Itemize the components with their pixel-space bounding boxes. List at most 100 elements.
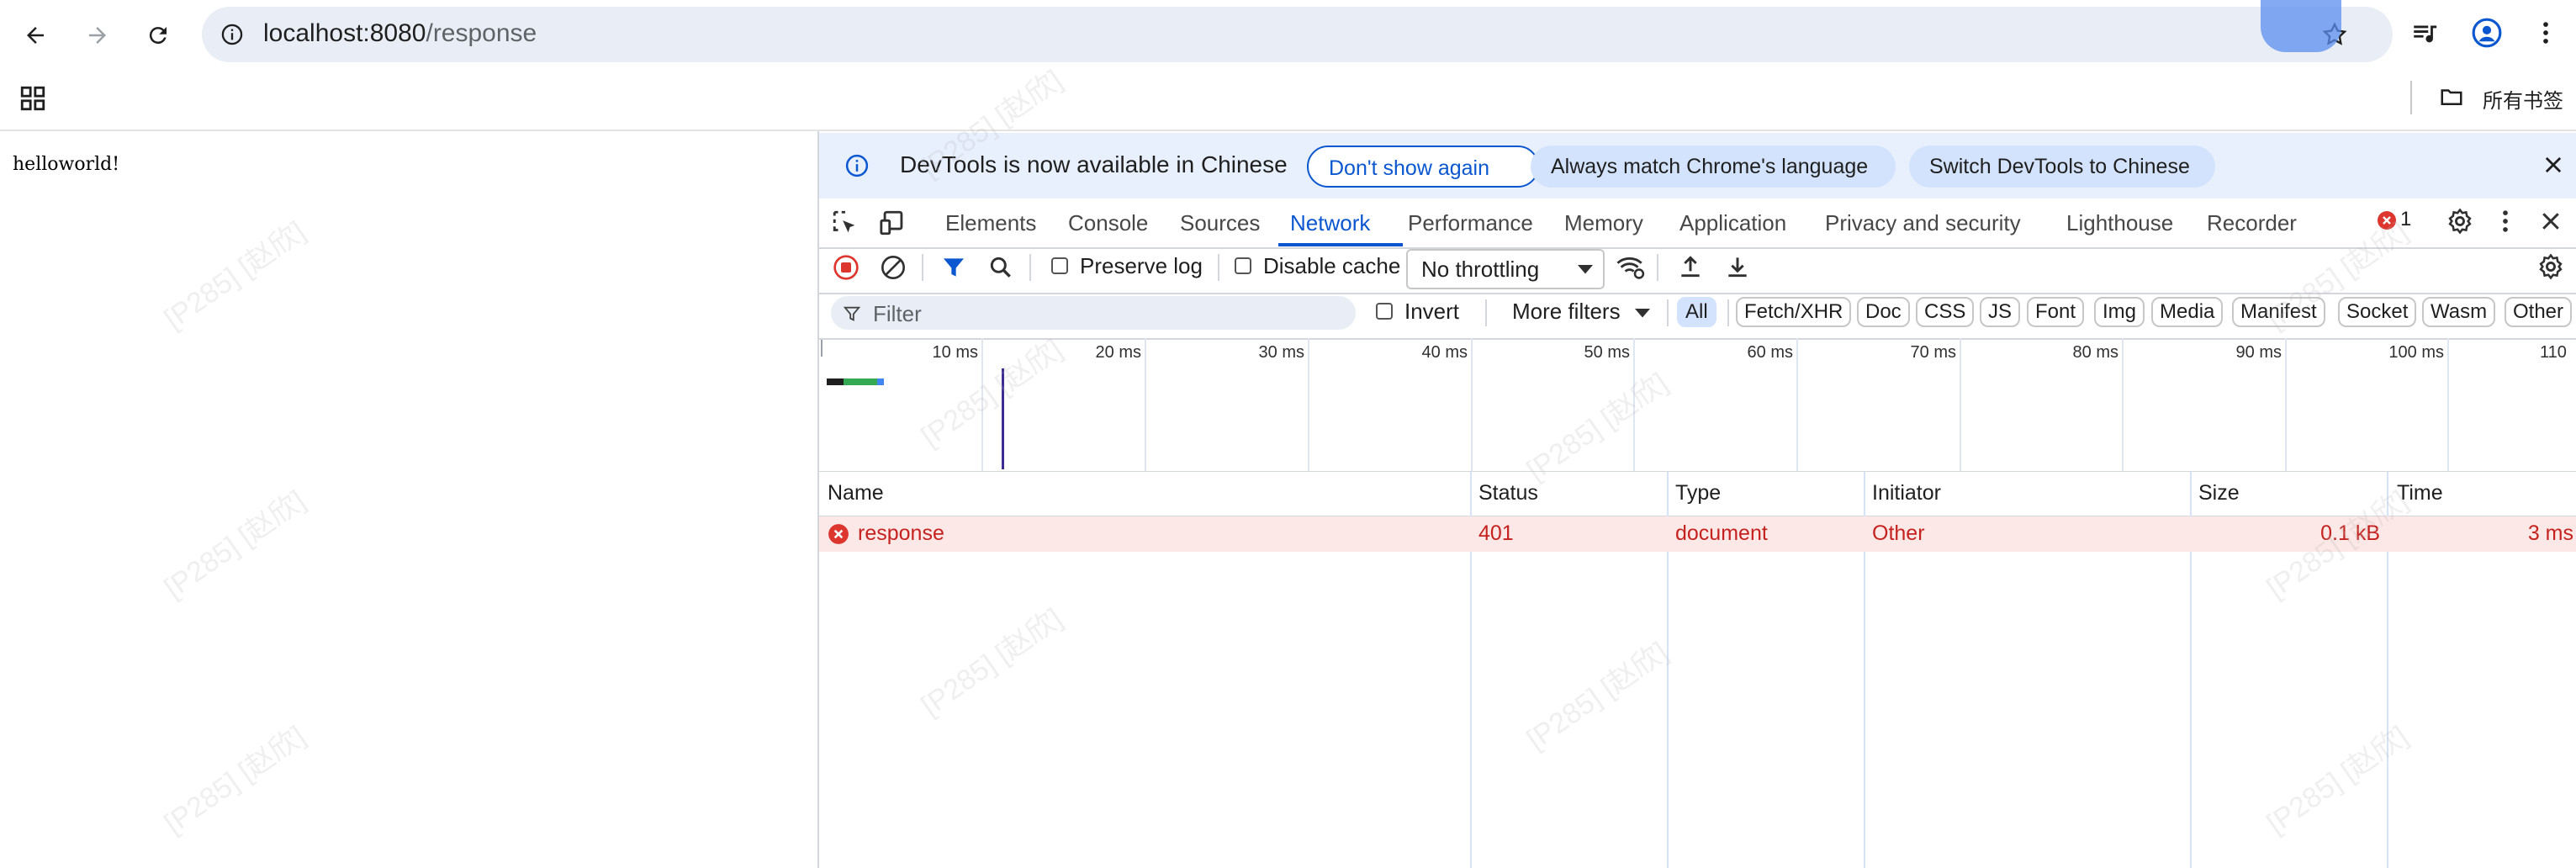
preserve-log-checkbox[interactable] xyxy=(1051,257,1068,274)
error-icon[interactable] xyxy=(2377,210,2397,230)
reload-button[interactable] xyxy=(138,15,178,56)
request-size: 0.1 kB xyxy=(2320,521,2380,545)
filter-type-css[interactable]: CSS xyxy=(1916,297,1975,327)
timeline-gridline xyxy=(2285,338,2287,471)
request-type: document xyxy=(1675,521,1768,545)
filter-type-media[interactable]: Media xyxy=(2151,297,2224,327)
info-icon xyxy=(845,154,869,177)
column-header-type[interactable]: Type xyxy=(1675,481,1721,505)
column-header-name[interactable]: Name xyxy=(828,481,884,505)
filter-type-all[interactable]: All xyxy=(1677,297,1716,327)
filter-type-js[interactable]: JS xyxy=(1980,297,2021,327)
more-filters-button[interactable]: More filters xyxy=(1512,299,1621,325)
tab-application[interactable]: Application xyxy=(1679,210,1786,236)
filter-type-manifest[interactable]: Manifest xyxy=(2232,297,2325,327)
device-toolbar-icon[interactable] xyxy=(878,209,908,237)
forward-arrow-icon xyxy=(89,27,106,44)
always-match-language-button[interactable]: Always match Chrome's language xyxy=(1531,146,1896,188)
tab-console[interactable]: Console xyxy=(1068,210,1148,236)
tab-elements[interactable]: Elements xyxy=(945,210,1036,236)
filter-funnel-icon[interactable] xyxy=(940,254,967,281)
url-text[interactable]: localhost:8080/response xyxy=(263,17,537,50)
request-status: 401 xyxy=(1478,521,1514,545)
request-error-icon xyxy=(828,524,849,544)
close-icon[interactable] xyxy=(2542,153,2565,177)
filter-placeholder: Filter xyxy=(873,301,922,326)
filter-type-fetch-xhr[interactable]: Fetch/XHR xyxy=(1736,297,1852,327)
filter-funnel-icon xyxy=(843,306,861,321)
filter-type-doc[interactable]: Doc xyxy=(1857,297,1910,327)
timeline-tick-label: 90 ms xyxy=(2235,343,2282,362)
tab-recorder[interactable]: Recorder xyxy=(2207,210,2297,236)
filter-type-wasm[interactable]: Wasm xyxy=(2422,297,2496,327)
disable-cache-label[interactable]: Disable cache xyxy=(1263,253,1400,279)
media-controls-icon[interactable] xyxy=(2410,19,2439,47)
tab-memory[interactable]: Memory xyxy=(1564,210,1643,236)
toolbar-divider xyxy=(1727,299,1729,326)
column-header-time[interactable]: Time xyxy=(2397,481,2443,505)
filter-type-img[interactable]: Img xyxy=(2094,297,2145,327)
settings-gear-icon[interactable] xyxy=(2446,207,2474,236)
network-conditions-icon[interactable] xyxy=(1615,252,1647,281)
toolbar-divider xyxy=(1657,254,1658,281)
clear-icon[interactable] xyxy=(880,254,907,281)
tab-network[interactable]: Network xyxy=(1290,210,1370,236)
error-count[interactable]: 1 xyxy=(2400,208,2411,231)
folder-icon xyxy=(2441,89,2462,105)
profile-icon[interactable] xyxy=(2471,17,2503,49)
chevron-down-icon xyxy=(1578,265,1593,274)
column-header-initiator[interactable]: Initiator xyxy=(1872,481,1941,505)
invert-checkbox[interactable] xyxy=(1376,303,1393,320)
page-viewport xyxy=(0,131,817,868)
switch-to-chinese-button[interactable]: Switch DevTools to Chinese xyxy=(1909,146,2215,188)
inspect-element-icon[interactable] xyxy=(831,209,860,237)
timeline-gridline xyxy=(981,338,983,471)
filter-type-font[interactable]: Font xyxy=(2027,297,2085,327)
devtools-menu-icon[interactable] xyxy=(2491,207,2520,236)
stop-recording-icon[interactable] xyxy=(833,254,860,281)
timeline-gridline xyxy=(1796,338,1798,471)
back-arrow-icon xyxy=(27,27,44,44)
timeline-start-marker xyxy=(821,340,823,357)
export-har-icon[interactable] xyxy=(1724,252,1751,281)
filter-type-other[interactable]: Other xyxy=(2505,297,2573,327)
tab-performance[interactable]: Performance xyxy=(1408,210,1533,236)
timeline-tick-label: 100 ms xyxy=(2388,343,2444,362)
timeline-tick-label: 70 ms xyxy=(1910,343,1956,362)
extension-badge-icon[interactable] xyxy=(2261,0,2341,52)
search-icon[interactable] xyxy=(987,254,1014,281)
network-settings-gear-icon[interactable] xyxy=(2536,252,2565,281)
forward-button[interactable] xyxy=(77,15,118,56)
dont-show-again-button[interactable]: Don't show again xyxy=(1307,146,1539,188)
back-button[interactable] xyxy=(15,15,56,56)
column-header-size[interactable]: Size xyxy=(2198,481,2240,505)
tab-sources[interactable]: Sources xyxy=(1180,210,1260,236)
chevron-down-icon xyxy=(1635,309,1650,318)
tab-privacy-security[interactable]: Privacy and security xyxy=(1825,210,2021,236)
column-header-status[interactable]: Status xyxy=(1478,481,1538,505)
preserve-log-label[interactable]: Preserve log xyxy=(1080,253,1203,279)
timeline-gridline xyxy=(1471,338,1473,471)
timeline-gridline xyxy=(2122,338,2124,471)
browser-menu-icon[interactable] xyxy=(2531,19,2560,47)
invert-label[interactable]: Invert xyxy=(1404,299,1459,325)
apps-grid-icon[interactable] xyxy=(19,84,47,113)
active-tab-indicator xyxy=(1278,243,1403,246)
url-path: /response xyxy=(426,19,537,47)
request-name[interactable]: response xyxy=(858,521,944,546)
close-devtools-icon[interactable] xyxy=(2538,209,2563,234)
disable-cache-checkbox[interactable] xyxy=(1235,257,1251,274)
import-har-icon[interactable] xyxy=(1677,252,1704,281)
throttling-value: No throttling xyxy=(1421,257,1540,282)
timeline-gridline xyxy=(1308,338,1309,471)
load-event-marker xyxy=(1002,368,1004,469)
throttling-select[interactable]: No throttling xyxy=(1406,249,1605,289)
all-bookmarks-link[interactable]: 所有书签 xyxy=(2483,84,2563,114)
filter-input[interactable]: Filter xyxy=(831,296,1356,330)
timeline-tick-label: 60 ms xyxy=(1747,343,1793,362)
site-info-icon[interactable] xyxy=(220,23,244,46)
tab-lighthouse[interactable]: Lighthouse xyxy=(2066,210,2173,236)
browser-toolbar: localhost:8080/response xyxy=(0,0,2576,67)
filter-type-socket[interactable]: Socket xyxy=(2338,297,2417,327)
timeline-gridline xyxy=(1633,338,1635,471)
